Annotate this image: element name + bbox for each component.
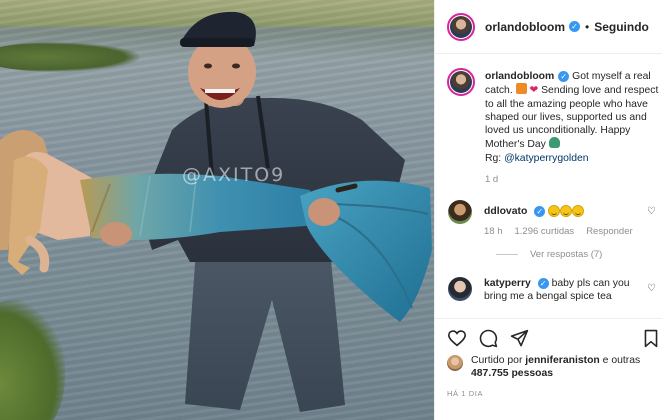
verified-badge-icon: ✓ <box>534 205 546 217</box>
author-username[interactable]: orlandobloom <box>485 20 565 34</box>
heart-icon[interactable] <box>447 329 467 348</box>
photo-illustration <box>0 11 432 412</box>
reply-button[interactable]: Responder <box>586 226 632 237</box>
grin-emoji-icon <box>548 205 561 218</box>
grin-emoji-icon <box>560 205 573 218</box>
comment-likes[interactable]: 1.296 curtidas <box>515 226 575 237</box>
likes-prefix: Curtido por <box>471 355 526 366</box>
caption-avatar[interactable] <box>447 68 475 96</box>
share-icon[interactable] <box>510 329 529 348</box>
verified-badge-icon: ✓ <box>537 277 549 289</box>
author-avatar[interactable] <box>447 12 475 41</box>
view-replies-button[interactable]: Ver respostas (7) <box>496 249 602 260</box>
liker-avatar[interactable] <box>447 355 463 371</box>
header-separator: • <box>585 19 590 34</box>
credit-mention-link[interactable]: @katyperrygolden <box>504 153 588 164</box>
commenter-avatar[interactable] <box>448 277 472 301</box>
bookmark-icon[interactable] <box>643 329 659 348</box>
following-button[interactable]: Seguindo <box>594 20 649 34</box>
photo-watermark: @AXITO9 <box>182 164 286 186</box>
post-sidebar: orlandobloom ✓ • Seguindo orlandobloom ✓ … <box>434 0 662 420</box>
liker-username[interactable]: jenniferaniston <box>525 355 599 366</box>
credit-prefix: Rg: <box>485 152 505 164</box>
post-actions: Curtido por jenniferaniston e outras 487… <box>435 318 662 420</box>
post-timestamp: HÁ 1 DIA <box>447 389 484 398</box>
likes-count[interactable]: 487.755 pessoas <box>471 368 553 379</box>
post-photo[interactable]: @AXITO9 <box>0 0 434 420</box>
comment-icon[interactable] <box>479 329 498 348</box>
comment-username[interactable]: ddlovato <box>484 206 527 217</box>
comment-item: ddlovato ✓ 18 h 1.296 curtidas Responder ♡ <box>447 200 659 239</box>
comment-time: 18 h <box>484 226 503 238</box>
post-caption: orlandobloom ✓ Got myself a real catch. ❤… <box>447 68 659 165</box>
caption-time: 1 d <box>485 174 499 185</box>
mermaid-emoji-icon <box>548 137 560 149</box>
commenter-avatar[interactable] <box>448 200 472 224</box>
grin-emoji-icon <box>572 205 585 218</box>
heart-emoji-icon: ❤ <box>529 85 539 97</box>
comment-item: katyperry ✓ baby pls can you bring me a … <box>447 277 659 304</box>
comment-username[interactable]: katyperry <box>484 278 531 289</box>
replies-divider <box>496 253 518 255</box>
verified-badge-icon: ✓ <box>558 70 570 82</box>
post-header: orlandobloom ✓ • Seguindo <box>435 0 662 54</box>
view-replies-label: Ver respostas (7) <box>530 249 603 260</box>
comment-like-heart-icon[interactable]: ♡ <box>647 206 656 217</box>
likes-middle: e outras <box>599 355 641 366</box>
verified-badge-icon: ✓ <box>569 21 580 32</box>
likes-summary: Curtido por jenniferaniston e outras 487… <box>447 354 651 380</box>
fish-emoji-icon <box>515 83 527 95</box>
comment-like-heart-icon[interactable]: ♡ <box>647 283 656 294</box>
caption-username[interactable]: orlandobloom <box>485 71 554 82</box>
